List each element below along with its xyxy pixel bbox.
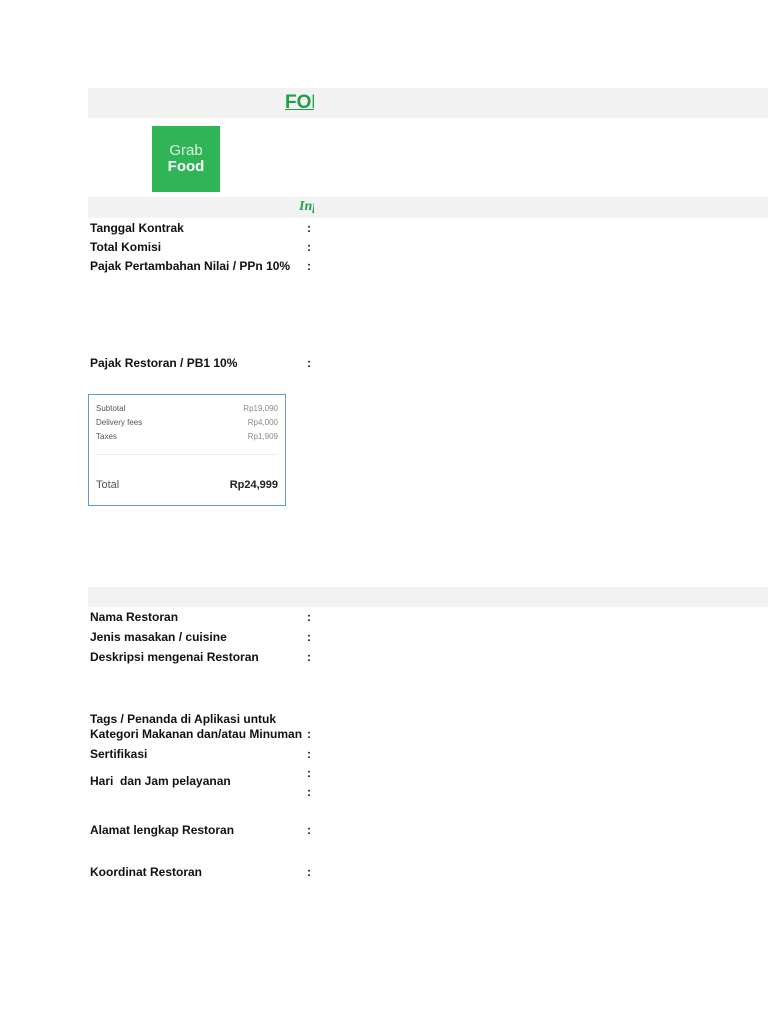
receipt-row-value: Rp4,000: [247, 418, 278, 427]
receipt-total-value: Rp24,999: [229, 479, 278, 491]
label-tanggal-kontrak: Tanggal Kontrak: [90, 221, 184, 235]
receipt-row-label: Delivery fees: [96, 418, 143, 427]
colon: :: [307, 766, 311, 780]
receipt-row: Delivery fees Rp4,000: [96, 418, 278, 427]
receipt-row: Subtotal Rp19,090: [96, 404, 278, 413]
colon: :: [307, 259, 311, 273]
section-title: Informasi: [299, 199, 314, 214]
colon: :: [307, 630, 311, 644]
receipt-row: Taxes Rp1,909: [96, 432, 278, 441]
divider: [96, 454, 278, 455]
receipt-total-label: Total: [96, 479, 120, 491]
receipt-total: Total Rp24,999: [96, 479, 278, 491]
label-deskripsi: Deskripsi mengenai Restoran: [90, 650, 259, 664]
receipt-row-label: Subtotal: [96, 404, 126, 413]
receipt-row-value: Rp1,909: [247, 432, 278, 441]
label-total-komisi: Total Komisi: [90, 240, 162, 254]
colon: :: [307, 823, 311, 837]
label-tags: Tags / Penanda di Aplikasi untuk Kategor…: [90, 712, 303, 741]
colon: :: [307, 865, 311, 879]
label-nama-restoran: Nama Restoran: [90, 610, 179, 624]
restaurant-band: [88, 587, 768, 607]
label-hari-jam: Hari dan Jam pelayanan: [90, 774, 231, 788]
label-pb1: Pajak Restoran / PB1 10%: [90, 356, 238, 370]
label-koordinat: Koordinat Restoran: [90, 865, 203, 879]
section-band: [88, 197, 768, 218]
receipt-image: Subtotal Rp19,090 Delivery fees Rp4,000 Ta…: [88, 394, 286, 506]
label-alamat: Alamat lengkap Restoran: [90, 823, 235, 837]
title-band: [88, 88, 768, 118]
logo-line1: Grab: [169, 142, 203, 159]
label-cuisine: Jenis masakan / cuisine: [90, 630, 227, 644]
label-ppn: Pajak Pertambahan Nilai / PPn 10%: [90, 259, 291, 273]
colon: :: [307, 650, 311, 664]
colon: :: [307, 727, 311, 741]
receipt-row-label: Taxes: [96, 432, 117, 441]
colon: :: [307, 356, 311, 370]
receipt-row-value: Rp19,090: [243, 404, 278, 413]
colon: :: [307, 785, 311, 799]
colon: :: [307, 221, 311, 235]
form-title: FORMULIR: [285, 92, 314, 113]
colon: :: [307, 747, 311, 761]
colon: :: [307, 610, 311, 624]
logo-line2: Food: [167, 158, 205, 175]
label-sertifikasi: Sertifikasi: [90, 747, 148, 761]
colon: :: [307, 240, 311, 254]
grabfood-logo: Grab Food: [152, 126, 220, 192]
